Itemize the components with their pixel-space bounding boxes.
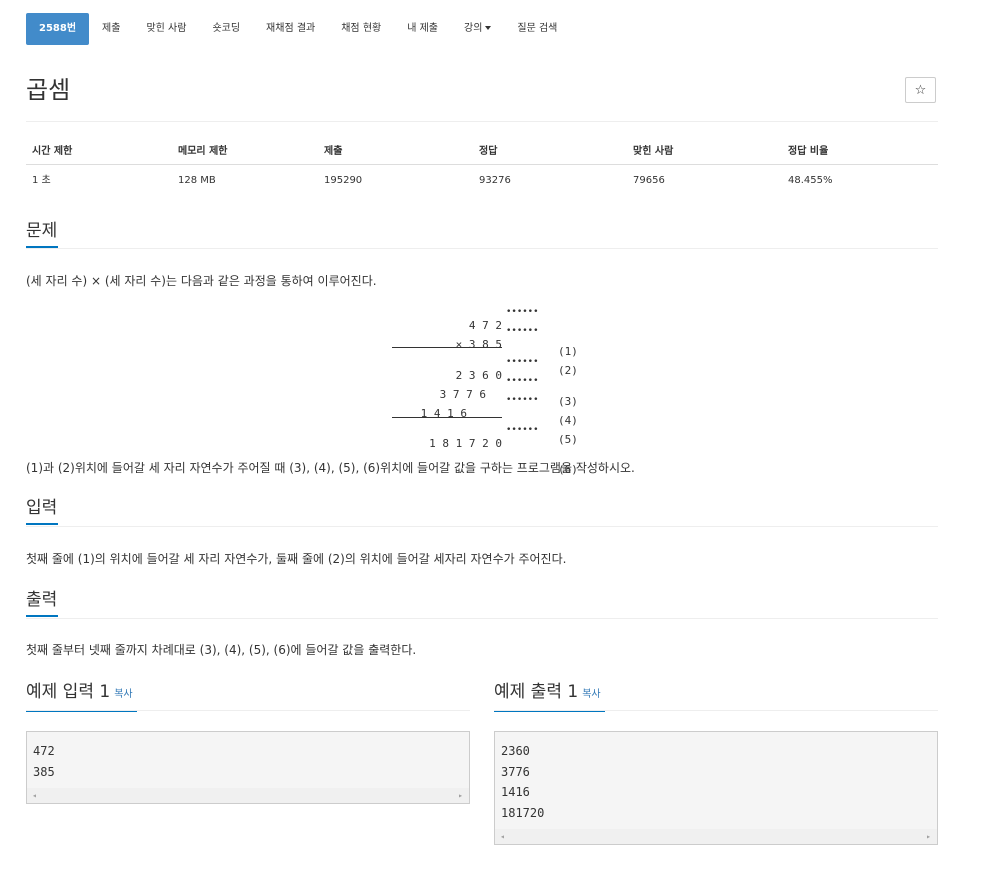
value-solved-users: 79656 — [633, 175, 665, 186]
tab-judge-status[interactable]: 채점 현황 — [328, 13, 394, 45]
figure-dots: •••••• — [506, 425, 539, 435]
problem-info-table: 시간 제한 메모리 제한 제출 정답 맞힌 사람 정답 비율 1 초 128 M… — [26, 140, 938, 189]
value-submissions: 195290 — [324, 175, 363, 186]
sample-output-line: 1416 — [501, 785, 530, 799]
figure-row: 1 8 1 7 2 0 •••••• (6) — [380, 424, 600, 476]
sample-output-content: 2360 3776 1416 181720 — [501, 741, 544, 823]
sample-input-content: 472 385 — [33, 741, 55, 782]
scroll-right-icon[interactable]: ▸ — [926, 832, 931, 841]
figure-dots: •••••• — [506, 376, 539, 386]
section-underline — [26, 615, 58, 617]
sample-input-title: 예제 입력 1 복사 — [26, 680, 137, 712]
section-divider — [26, 618, 938, 619]
problem-description-2: (1)과 (2)위치에 들어갈 세 자리 자연수가 주어질 때 (3), (4)… — [26, 461, 635, 475]
tab-solved-users[interactable]: 맞힌 사람 — [133, 13, 199, 45]
tab-question-search[interactable]: 질문 검색 — [504, 13, 570, 45]
header-solved-users: 맞힌 사람 — [633, 146, 674, 157]
page-title: 곱셈 — [26, 76, 71, 104]
tab-my-submissions[interactable]: 내 제출 — [394, 13, 451, 45]
value-memory-limit: 128 MB — [178, 175, 216, 186]
section-divider — [26, 526, 938, 527]
header-accept-rate: 정답 비율 — [788, 146, 829, 157]
favorite-star-button[interactable]: ☆ — [905, 77, 936, 103]
sample-input-line: 472 — [33, 744, 55, 758]
figure-row: 2 3 6 0 •••••• (3) — [380, 356, 600, 408]
problem-description: (세 자리 수) × (세 자리 수)는 다음과 같은 과정을 통하여 이루어진… — [26, 274, 377, 288]
section-title-input-label: 입력 — [26, 498, 58, 518]
figure-dots: •••••• — [506, 307, 539, 317]
figure-dots: •••••• — [506, 326, 539, 336]
header-memory-limit: 메모리 제한 — [178, 146, 228, 157]
header-accepted: 정답 — [479, 146, 498, 157]
value-accepted: 93276 — [479, 175, 511, 186]
sample-output-line: 2360 — [501, 744, 530, 758]
input-description: 첫째 줄에 (1)의 위치에 들어갈 세 자리 자연수가, 둘째 줄에 (2)의… — [26, 552, 567, 566]
section-title-problem-label: 문제 — [26, 221, 58, 241]
section-divider — [494, 710, 938, 711]
figure-rule — [392, 417, 502, 418]
scroll-left-icon[interactable]: ◂ — [500, 832, 505, 841]
figure-row: × 3 8 5 •••••• (2) — [380, 325, 600, 377]
figure-row: 4 7 2 •••••• (1) — [380, 306, 600, 358]
sample-input-title-label: 예제 입력 1 — [26, 682, 111, 702]
value-time-limit: 1 초 — [32, 175, 51, 186]
section-divider — [26, 710, 470, 711]
value-accept-rate: 48.455% — [788, 175, 833, 186]
problem-nav-tabs: 2588번 제출 맞힌 사람 숏코딩 재채점 결과 채점 현황 내 제출 강의 … — [26, 13, 570, 45]
tab-lectures-label: 강의 — [464, 23, 483, 34]
section-title-output-label: 출력 — [26, 590, 58, 610]
figure-dots: •••••• — [506, 395, 539, 405]
figure-row: 3 7 7 6 •••••• (4) — [380, 375, 600, 427]
header-submissions: 제출 — [324, 146, 343, 157]
sample-input-box[interactable]: 472 385 ◂ ▸ — [26, 731, 470, 804]
output-description: 첫째 줄부터 넷째 줄까지 차례대로 (3), (4), (5), (6)에 들… — [26, 643, 417, 657]
figure-number: 1 4 1 6 — [420, 407, 467, 420]
problem-page: 2588번 제출 맞힌 사람 숏코딩 재채점 결과 채점 현황 내 제출 강의 … — [0, 0, 1005, 869]
tab-lectures[interactable]: 강의 — [451, 13, 504, 45]
sample-output-title-label: 예제 출력 1 — [494, 682, 579, 702]
section-title-problem: 문제 — [26, 219, 58, 248]
sample-output-line: 3776 — [501, 764, 530, 779]
sample-output-title: 예제 출력 1 복사 — [494, 680, 605, 712]
copy-sample-output-button[interactable]: 복사 — [582, 689, 600, 700]
horizontal-scrollbar[interactable]: ◂ ▸ — [495, 829, 937, 844]
tab-short-coding[interactable]: 숏코딩 — [199, 13, 253, 45]
section-divider — [26, 248, 938, 249]
tab-problem-number[interactable]: 2588번 — [26, 13, 90, 45]
sample-output-box[interactable]: 2360 3776 1416 181720 ◂ ▸ — [494, 731, 938, 845]
section-title-input: 입력 — [26, 496, 58, 525]
tab-rejudge-results[interactable]: 재채점 결과 — [253, 13, 328, 45]
sample-output-line: 181720 — [501, 805, 545, 820]
figure-row: 1 4 1 6 •••••• (5) — [380, 394, 600, 446]
sample-input-line: 385 — [33, 764, 55, 779]
copy-sample-input-button[interactable]: 복사 — [114, 689, 132, 700]
caret-down-icon — [485, 26, 492, 30]
table-header-row: 시간 제한 메모리 제한 제출 정답 맞힌 사람 정답 비율 — [26, 140, 938, 165]
scroll-left-icon[interactable]: ◂ — [32, 791, 37, 800]
header-time-limit: 시간 제한 — [32, 146, 73, 157]
multiplication-figure: 4 7 2 •••••• (1) × 3 8 5 •••••• (2) 2 3 … — [380, 300, 600, 476]
title-divider — [26, 121, 938, 122]
table-row: 1 초 128 MB 195290 93276 79656 48.455% — [26, 165, 938, 189]
figure-dots: •••••• — [506, 357, 539, 367]
scroll-right-icon[interactable]: ▸ — [458, 791, 463, 800]
horizontal-scrollbar[interactable]: ◂ ▸ — [27, 788, 469, 803]
section-title-output: 출력 — [26, 588, 58, 617]
star-icon: ☆ — [914, 82, 927, 98]
section-underline — [26, 523, 58, 525]
figure-number: 1 8 1 7 2 0 — [429, 437, 502, 450]
tab-submit[interactable]: 제출 — [89, 13, 133, 45]
figure-rule — [392, 347, 502, 348]
figure-number: × 3 8 5 — [455, 338, 502, 351]
